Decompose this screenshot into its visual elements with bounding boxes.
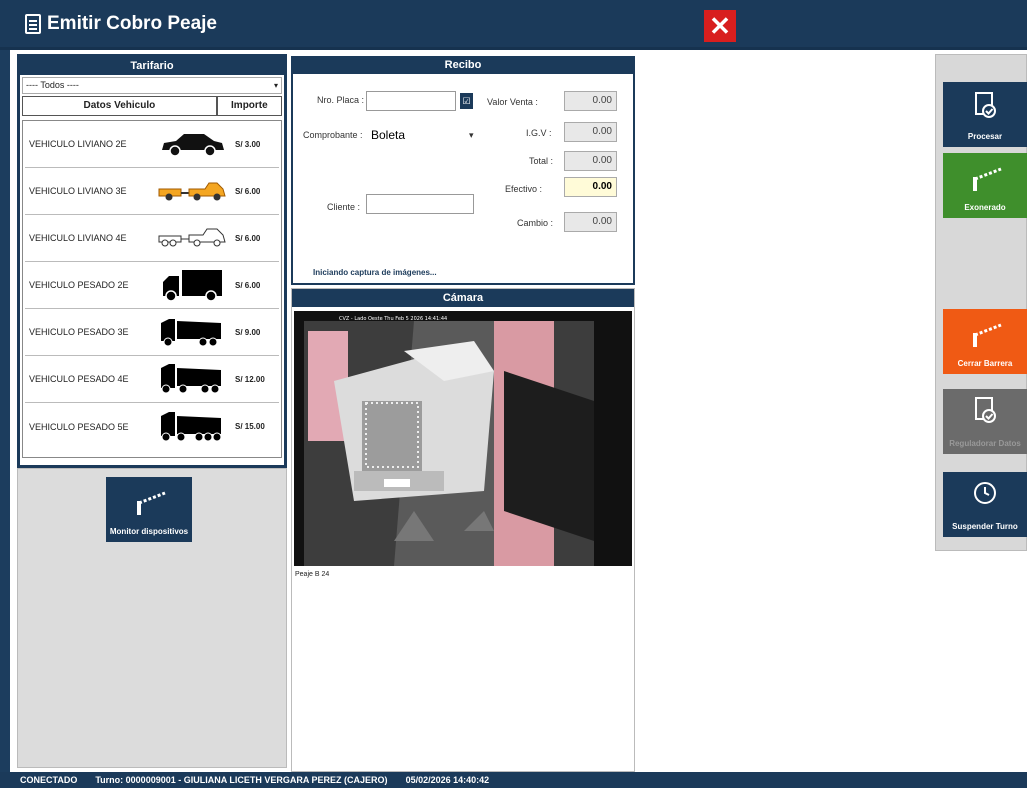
valor-venta-label: Valor Venta :: [487, 97, 538, 107]
capture-status: Iniciando captura de imágenes...: [313, 268, 437, 277]
camara-panel: Cámara CVZ - Lado Oeste Thu Feb 5 2026 1…: [291, 288, 635, 772]
document-check-icon: [975, 397, 996, 423]
tarifario-filter-select[interactable]: ---- Todos ---- ▾: [22, 77, 282, 94]
recibo-panel: Recibo Nro. Placa : ☑ Comprobante : Bole…: [291, 56, 635, 285]
status-bar: CONECTADO Turno: 0000009001 - GIULIANA LI…: [0, 772, 1027, 788]
tarifario-panel: Tarifario ---- Todos ---- ▾ Datos Vehicu…: [17, 54, 287, 468]
pickup-trailer-icon: [153, 173, 231, 209]
chevron-down-icon: ▾: [273, 81, 278, 90]
cliente-input[interactable]: [366, 194, 474, 214]
vehicle-name: VEHICULO PESADO 5E: [29, 421, 129, 432]
vehicle-name: VEHICULO PESADO 4E: [29, 374, 129, 384]
igv-field: 0.00: [564, 122, 617, 142]
vehicle-price: S/ 6.00: [235, 186, 261, 196]
vehicle-name: VEHICULO LIVIANO 3E: [29, 186, 127, 196]
actions-panel: Procesar Exonerado Cerrar Barrera Regula…: [935, 54, 1027, 551]
barrier-icon: [973, 323, 1002, 347]
truck-4-axle-icon: [153, 361, 231, 397]
vehicle-price: S/ 15.00: [235, 422, 265, 431]
regularizar-datos-button[interactable]: Reguladorar Datos: [943, 389, 1027, 454]
vehicle-row[interactable]: VEHICULO PESADO 3E S/ 9.00: [25, 309, 279, 356]
connection-status: CONECTADO: [20, 775, 78, 785]
barrier-icon: [137, 491, 166, 515]
camara-header: Cámara: [292, 289, 634, 307]
column-header-price: Importe: [216, 96, 282, 116]
exonerado-label: Exonerado: [964, 203, 1006, 212]
cerrar-barrera-button[interactable]: Cerrar Barrera: [943, 309, 1027, 374]
vehicle-name: VEHICULO PESADO 3E: [29, 327, 129, 337]
vehicle-price: S/ 6.00: [235, 280, 261, 290]
truck-3-axle-icon: [153, 314, 231, 350]
tarifario-header: Tarifario: [20, 57, 284, 75]
monitor-devices-label: Monitor dispositivos: [109, 527, 189, 536]
efectivo-input[interactable]: 0.00: [564, 177, 617, 197]
truck-2-axle-icon: [153, 267, 231, 303]
suspender-turno-label: Suspender Turno: [952, 522, 1018, 531]
camera-overlay-text: CVZ - Lado Oeste Thu Feb 5 2026 14:41:44: [339, 316, 447, 322]
truck-5-axle-icon: [153, 409, 231, 445]
placa-input[interactable]: [366, 91, 456, 111]
comprobante-select[interactable]: Boleta: [371, 128, 405, 142]
vehicle-list: VEHICULO LIVIANO 2E S/ 3.00 VEHICULO LIV…: [22, 120, 282, 458]
document-icon: [25, 14, 41, 34]
igv-label: I.G.V :: [526, 128, 552, 138]
pickup-double-trailer-icon: [153, 220, 231, 256]
vehicle-row[interactable]: VEHICULO LIVIANO 4E S/ 6.00: [25, 215, 279, 262]
vehicle-price: S/ 9.00: [235, 327, 261, 337]
barrier-icon: [973, 167, 1002, 191]
valor-venta-field: 0.00: [564, 91, 617, 111]
vehicle-row[interactable]: VEHICULO PESADO 2E S/ 6.00: [25, 262, 279, 309]
cliente-label: Cliente :: [327, 202, 361, 212]
vehicle-row[interactable]: VEHICULO PESADO 5E S/ 15.00: [25, 403, 279, 450]
vehicle-row[interactable]: VEHICULO LIVIANO 2E S/ 3.00: [25, 121, 279, 168]
status-datetime: 05/02/2026 14:40:42: [405, 775, 490, 785]
vehicle-name: VEHICULO LIVIANO 2E: [29, 139, 127, 149]
chevron-down-icon[interactable]: ▾: [469, 130, 474, 141]
tarifario-column-headers: Datos Vehiculo Importe: [22, 96, 282, 116]
procesar-button[interactable]: Procesar: [943, 82, 1027, 147]
window-title: Emitir Cobro Peaje: [47, 13, 217, 34]
vehicle-row[interactable]: VEHICULO PESADO 4E S/ 12.00: [25, 356, 279, 403]
monitor-devices-button[interactable]: Monitor dispositivos: [106, 477, 192, 542]
cambio-label: Cambio :: [517, 218, 554, 228]
total-label: Total :: [529, 156, 554, 166]
turno-info: Turno: 0000009001 - GIULIANA LICETH VERG…: [95, 775, 388, 785]
camera-feed: CVZ - Lado Oeste Thu Feb 5 2026 14:41:44: [294, 311, 632, 566]
exonerado-button[interactable]: Exonerado: [943, 153, 1027, 218]
total-field: 0.00: [564, 151, 617, 171]
vehicle-price: S/ 12.00: [235, 374, 265, 384]
checkbox-icon[interactable]: ☑: [460, 93, 473, 109]
suspender-turno-button[interactable]: Suspender Turno: [943, 472, 1027, 537]
title-bar: Emitir Cobro Peaje ✕: [0, 0, 1027, 50]
clock-icon: [974, 482, 996, 504]
vehicle-name: VEHICULO LIVIANO 4E: [29, 233, 127, 243]
comprobante-label: Comprobante :: [303, 130, 363, 140]
column-header-vehicle: Datos Vehiculo: [22, 96, 217, 116]
regularizar-datos-label: Reguladorar Datos: [949, 439, 1021, 448]
procesar-label: Procesar: [967, 132, 1003, 141]
car-icon: [153, 126, 231, 162]
recibo-header: Recibo: [293, 56, 633, 74]
cambio-field: 0.00: [564, 212, 617, 232]
document-check-icon: [975, 92, 996, 118]
left-tools-panel: Monitor dispositivos: [17, 468, 287, 768]
camera-caption: Peaje B 24: [295, 571, 330, 578]
vehicle-price: S/ 3.00: [235, 139, 261, 149]
tarifario-filter-value: ---- Todos ----: [26, 80, 79, 90]
cerrar-barrera-label: Cerrar Barrera: [957, 359, 1013, 368]
efectivo-label: Efectivo :: [505, 184, 543, 194]
vehicle-row[interactable]: VEHICULO LIVIANO 3E S/ 6.00: [25, 168, 279, 215]
placa-label: Nro. Placa :: [317, 95, 365, 105]
close-button[interactable]: ✕: [704, 10, 736, 42]
vehicle-name: VEHICULO PESADO 2E: [29, 280, 129, 290]
vehicle-price: S/ 6.00: [235, 233, 261, 243]
